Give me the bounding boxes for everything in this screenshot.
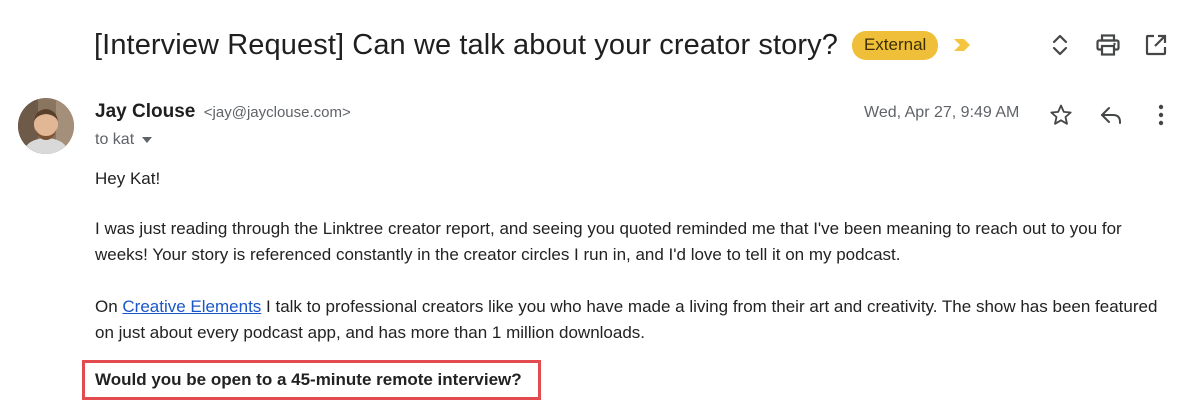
sender-name[interactable]: Jay Clouse bbox=[95, 101, 195, 122]
email-subject: [Interview Request] Can we talk about yo… bbox=[94, 28, 838, 61]
recipient-label: to kat bbox=[95, 131, 135, 148]
message-date: Wed, Apr 27, 9:49 AM bbox=[864, 104, 1020, 121]
recipient-details-toggle[interactable]: to kat bbox=[95, 131, 153, 149]
sender-avatar[interactable] bbox=[18, 98, 74, 154]
message-body: Hey Kat! I was just reading through the … bbox=[95, 166, 1175, 346]
star-icon[interactable] bbox=[1036, 98, 1086, 132]
sender-line: Jay Clouse <jay@jayclouse.com> bbox=[95, 101, 351, 123]
subject-row: [Interview Request] Can we talk about yo… bbox=[94, 22, 974, 68]
external-badge: External bbox=[851, 30, 939, 60]
importance-marker-icon[interactable] bbox=[952, 37, 974, 53]
more-vert-icon[interactable] bbox=[1136, 98, 1186, 132]
expand-collapse-icon[interactable] bbox=[1036, 28, 1084, 62]
reply-icon[interactable] bbox=[1086, 98, 1136, 132]
thread-toolbar bbox=[1036, 28, 1180, 62]
greeting: Hey Kat! bbox=[95, 169, 161, 188]
highlighted-question-box: Would you be open to a 45-minute remote … bbox=[82, 360, 541, 400]
interview-question: Would you be open to a 45-minute remote … bbox=[95, 370, 522, 389]
print-icon[interactable] bbox=[1084, 28, 1132, 62]
sender-email: <jay@jayclouse.com> bbox=[203, 104, 351, 121]
body-paragraph-2: On Creative Elements I talk to professio… bbox=[95, 294, 1175, 346]
creative-elements-link[interactable]: Creative Elements bbox=[122, 297, 261, 316]
para2-prefix: On bbox=[95, 297, 123, 316]
message-actions bbox=[1036, 98, 1186, 132]
body-paragraph-1: I was just reading through the Linktree … bbox=[95, 219, 1122, 264]
open-in-new-window-icon[interactable] bbox=[1132, 28, 1180, 62]
chevron-down-icon bbox=[142, 137, 153, 143]
